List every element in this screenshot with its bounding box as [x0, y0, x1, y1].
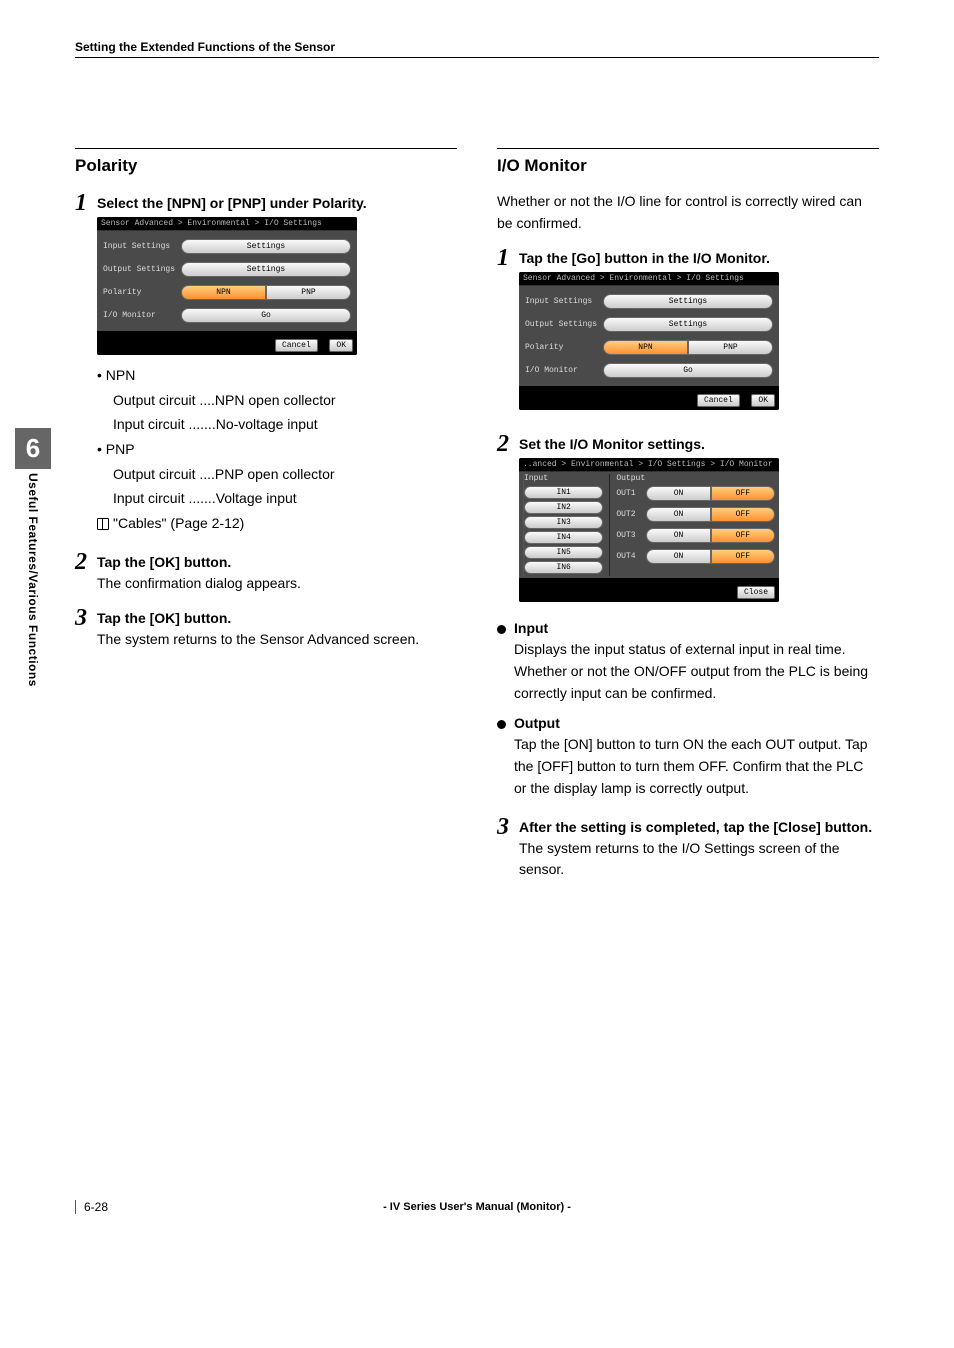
input-pill: IN6 [524, 561, 603, 574]
npn-toggle[interactable]: NPN [181, 285, 266, 300]
pnp-toggle[interactable]: PNP [266, 285, 351, 300]
cancel-button[interactable]: Cancel [697, 394, 740, 407]
body-text: The system returns to the Sensor Advance… [97, 629, 457, 650]
step-title: Tap the [OK] button. [97, 610, 457, 626]
cross-reference: "Cables" (Page 2-12) [113, 513, 244, 535]
input-pill: IN1 [524, 486, 603, 499]
body-text: Output circuit ....PNP open collector [113, 464, 457, 486]
off-button[interactable]: OFF [711, 528, 775, 543]
device-breadcrumb: Sensor Advanced > Environmental > I/O Se… [519, 272, 779, 286]
go-button[interactable]: Go [181, 308, 351, 323]
settings-button[interactable]: Settings [603, 294, 773, 309]
settings-button[interactable]: Settings [181, 239, 351, 254]
device-screenshot-io-settings: Sensor Advanced > Environmental > I/O Se… [519, 272, 779, 410]
ok-button[interactable]: OK [329, 339, 353, 352]
bullet-title: Output [514, 715, 879, 731]
body-text: Displays the input status of external in… [514, 639, 879, 704]
step-number: 2 [75, 550, 93, 574]
input-pill: IN5 [524, 546, 603, 559]
cancel-button[interactable]: Cancel [275, 339, 318, 352]
row-label: Polarity [525, 343, 603, 352]
step-title: After the setting is completed, tap the … [519, 819, 879, 835]
book-icon [97, 518, 109, 530]
device-breadcrumb: Sensor Advanced > Environmental > I/O Se… [97, 217, 357, 231]
body-text: Tap the [ON] button to turn ON the each … [514, 734, 879, 799]
step-title: Tap the [Go] button in the I/O Monitor. [519, 250, 879, 266]
ok-button[interactable]: OK [751, 394, 775, 407]
step-title: Tap the [OK] button. [97, 554, 457, 570]
bullet-title: Input [514, 620, 879, 636]
go-button[interactable]: Go [603, 363, 773, 378]
row-label: Output Settings [525, 320, 603, 329]
row-label: Polarity [103, 288, 181, 297]
out-label: OUT4 [616, 552, 642, 561]
device-breadcrumb: ..anced > Environmental > I/O Settings >… [519, 458, 779, 472]
input-pill: IN4 [524, 531, 603, 544]
step-title: Select the [NPN] or [PNP] under Polarity… [97, 195, 457, 211]
output-header: Output [616, 474, 775, 483]
out-label: OUT3 [616, 531, 642, 540]
step-number: 3 [75, 606, 93, 630]
settings-button[interactable]: Settings [603, 317, 773, 332]
on-button[interactable]: ON [646, 507, 710, 522]
step-number: 3 [497, 815, 515, 839]
row-label: I/O Monitor [103, 311, 181, 320]
input-pill: IN3 [524, 516, 603, 529]
section-title-polarity: Polarity [75, 148, 457, 176]
row-label: I/O Monitor [525, 366, 603, 375]
on-button[interactable]: ON [646, 549, 710, 564]
on-button[interactable]: ON [646, 486, 710, 501]
input-header: Input [524, 474, 603, 483]
npn-heading: NPN [106, 367, 136, 383]
bullet-icon [497, 720, 506, 729]
body-text: Whether or not the I/O line for control … [497, 191, 879, 234]
body-text: Output circuit ....NPN open collector [113, 390, 457, 412]
device-screenshot-io-monitor: ..anced > Environmental > I/O Settings >… [519, 458, 779, 602]
on-button[interactable]: ON [646, 528, 710, 543]
out-label: OUT2 [616, 510, 642, 519]
step-number: 1 [75, 191, 93, 215]
off-button[interactable]: OFF [711, 549, 775, 564]
body-text: Input circuit .......Voltage input [113, 488, 457, 510]
pnp-toggle[interactable]: PNP [688, 340, 773, 355]
footer-title: - IV Series User's Manual (Monitor) - [383, 1201, 571, 1213]
page-footer: 6-28 - IV Series User's Manual (Monitor)… [75, 1200, 879, 1214]
chapter-number: 6 [15, 428, 51, 469]
chapter-tab: 6 Useful Features/Various Functions [15, 428, 51, 687]
section-title-iomonitor: I/O Monitor [497, 148, 879, 176]
out-label: OUT1 [616, 489, 642, 498]
row-label: Output Settings [103, 265, 181, 274]
body-text: Input circuit .......No-voltage input [113, 414, 457, 436]
chapter-label: Useful Features/Various Functions [26, 473, 40, 687]
bullet-icon [497, 625, 506, 634]
step-title: Set the I/O Monitor settings. [519, 436, 879, 452]
body-text: The confirmation dialog appears. [97, 573, 457, 594]
row-label: Input Settings [525, 297, 603, 306]
device-screenshot-io-settings: Sensor Advanced > Environmental > I/O Se… [97, 217, 357, 355]
npn-toggle[interactable]: NPN [603, 340, 688, 355]
settings-button[interactable]: Settings [181, 262, 351, 277]
close-button[interactable]: Close [737, 586, 775, 599]
page-number: 6-28 [84, 1200, 108, 1214]
row-label: Input Settings [103, 242, 181, 251]
page-header: Setting the Extended Functions of the Se… [75, 40, 879, 58]
step-number: 2 [497, 432, 515, 456]
body-text: The system returns to the I/O Settings s… [519, 838, 879, 880]
pnp-heading: PNP [106, 441, 135, 457]
input-pill: IN2 [524, 501, 603, 514]
off-button[interactable]: OFF [711, 486, 775, 501]
step-number: 1 [497, 246, 515, 270]
off-button[interactable]: OFF [711, 507, 775, 522]
